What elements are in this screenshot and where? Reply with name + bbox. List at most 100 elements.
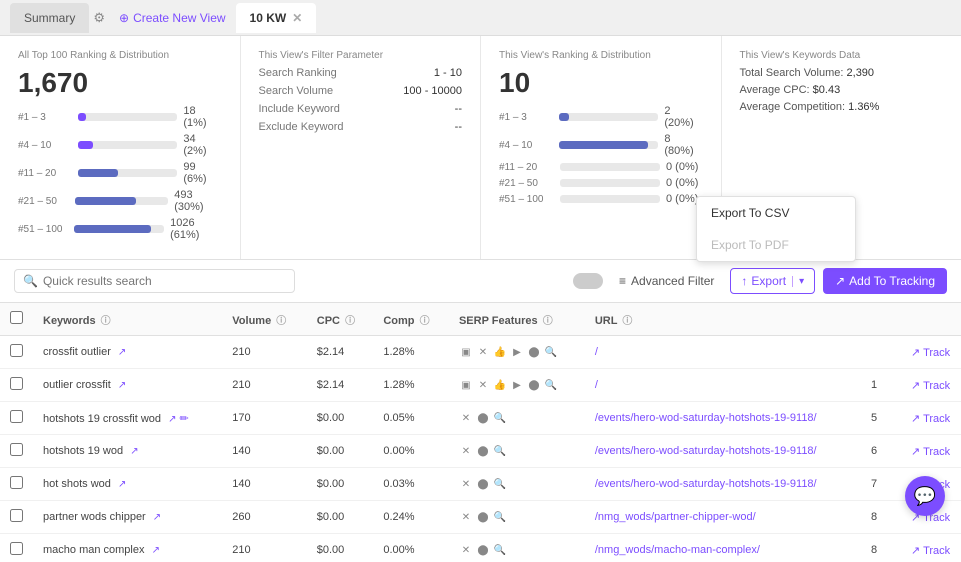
row-checkbox[interactable] [10, 476, 23, 489]
row-checkbox[interactable] [10, 509, 23, 522]
external-link-icon[interactable]: ↗ [168, 414, 176, 425]
keyword-text: hot shots wod [43, 478, 111, 490]
volume-value: 260 [232, 511, 250, 523]
comp-info-icon[interactable]: ⓘ [420, 316, 430, 327]
table-row: hotshots 19 crossfit wod ↗ ✏ 170 $0.00 0… [0, 402, 961, 435]
comp-value: 1.28% [383, 379, 414, 391]
row-checkbox-cell[interactable] [0, 468, 33, 501]
volume-info-icon[interactable]: ⓘ [276, 316, 286, 327]
kw-total-volume: 2,390 [847, 67, 875, 79]
row-checkbox[interactable] [10, 410, 23, 423]
chat-bubble[interactable]: 💬 [905, 476, 945, 516]
external-link-icon[interactable]: ↗ [118, 347, 126, 358]
cpc-value: $0.00 [317, 445, 345, 457]
url-value: /nmg_wods/macho-man-complex/ [595, 544, 760, 556]
row-checkbox-cell[interactable] [0, 336, 33, 369]
external-link-icon[interactable]: ↗ [130, 446, 138, 457]
export-dropdown-arrow[interactable]: ▾ [792, 276, 804, 287]
track-cell[interactable]: ↗ Track [901, 336, 961, 369]
create-new-view-btn[interactable]: ⊕ Create New View [109, 3, 236, 33]
serp-cell: ✕⬤🔍 [449, 534, 585, 562]
serp-info-icon[interactable]: ⓘ [543, 316, 553, 327]
row-checkbox[interactable] [10, 344, 23, 357]
row-checkbox-cell[interactable] [0, 402, 33, 435]
track-button[interactable]: ↗ Track [911, 412, 951, 425]
cpc-value: $2.14 [317, 346, 345, 358]
volume-cell: 210 [222, 534, 306, 562]
track-cell[interactable]: ↗ Track [901, 402, 961, 435]
select-all-checkbox[interactable] [10, 311, 23, 324]
row-checkbox-cell[interactable] [0, 369, 33, 402]
track-button[interactable]: ↗ Track [911, 346, 951, 359]
view-label-51-100: #51 – 100 [499, 194, 554, 205]
url-cell: /nmg_wods/macho-man-complex/ [585, 534, 861, 562]
track-button[interactable]: ↗ Track [911, 544, 951, 557]
filter-val-volume: 100 - 10000 [403, 85, 462, 97]
external-link-icon[interactable]: ↗ [118, 479, 126, 490]
add-tracking-button[interactable]: ↗ Add To Tracking [823, 268, 947, 294]
row-checkbox[interactable] [10, 443, 23, 456]
view-label-11-20: #11 – 20 [499, 162, 554, 173]
comp-cell: 0.00% [373, 435, 449, 468]
add-tracking-label: Add To Tracking [849, 274, 935, 288]
comp-cell: 0.05% [373, 402, 449, 435]
filter-val-include: -- [455, 103, 462, 115]
volume-value: 140 [232, 478, 250, 490]
serp-icon: ✕ [459, 477, 473, 491]
track-cell[interactable]: ↗ Track [901, 369, 961, 402]
rank-cell: 1 [861, 369, 901, 402]
cpc-value: $0.00 [317, 478, 345, 490]
keyword-cell: macho man complex ↗ [33, 534, 222, 562]
filter-row-volume: Search Volume 100 - 10000 [259, 85, 463, 97]
toggle-switch[interactable] [573, 273, 603, 289]
cpc-info-icon[interactable]: ⓘ [345, 316, 355, 327]
gear-icon[interactable]: ⚙ [93, 10, 105, 26]
export-button[interactable]: ↑ Export ▾ [730, 268, 815, 294]
track-button[interactable]: ↗ Track [911, 379, 951, 392]
keyword-text: outlier crossfit [43, 379, 111, 391]
external-link-icon[interactable]: ↗ [152, 545, 160, 556]
advanced-filter-btn[interactable]: ≡ Advanced Filter [611, 270, 722, 292]
row-checkbox-cell[interactable] [0, 501, 33, 534]
serp-icon: ⬤ [476, 477, 490, 491]
chat-icon: 💬 [914, 486, 936, 507]
url-cell: / [585, 336, 861, 369]
tab-summary[interactable]: Summary [10, 3, 89, 33]
serp-header-label: SERP Features [459, 315, 538, 327]
tracking-icon: ↗ [835, 274, 845, 288]
tab-10kw[interactable]: 10 KW ✕ [236, 3, 317, 33]
view-val-1-3: 2 (20%) [664, 105, 702, 129]
keywords-header-label: Keywords [43, 315, 96, 327]
search-input[interactable] [43, 274, 286, 288]
tab-close-icon[interactable]: ✕ [292, 11, 302, 25]
keywords-info-icon[interactable]: ⓘ [101, 316, 111, 327]
filter-lines-icon: ≡ [619, 274, 626, 288]
url-cell: /nmg_wods/partner-chipper-wod/ [585, 501, 861, 534]
keywords-table-container[interactable]: Keywords ⓘ Volume ⓘ CPC ⓘ Comp ⓘ SERP Fe… [0, 303, 961, 562]
track-cell[interactable]: ↗ Track [901, 435, 961, 468]
bar-4-10 [78, 141, 177, 149]
cpc-value: $2.14 [317, 379, 345, 391]
view-bar-4-10 [559, 141, 658, 149]
comp-value: 0.03% [383, 478, 414, 490]
export-csv-item[interactable]: Export To CSV [697, 197, 855, 229]
stat-row-51-100: #51 – 100 1026 (61%) [18, 217, 222, 241]
search-box[interactable]: 🔍 [14, 269, 295, 293]
row-checkbox-cell[interactable] [0, 534, 33, 562]
track-button[interactable]: ↗ Track [911, 445, 951, 458]
row-checkbox-cell[interactable] [0, 435, 33, 468]
edit-icon[interactable]: ✏ [180, 413, 189, 425]
view-ranking-total: 10 [499, 67, 703, 99]
row-checkbox[interactable] [10, 377, 23, 390]
filter-panel-title: This View's Filter Parameter [259, 50, 463, 61]
track-cell[interactable]: ↗ Track [901, 534, 961, 562]
serp-icons: ✕⬤🔍 [459, 543, 575, 557]
url-info-icon[interactable]: ⓘ [622, 316, 632, 327]
table-row: partner wods chipper ↗ 260 $0.00 0.24% ✕… [0, 501, 961, 534]
cpc-cell: $0.00 [307, 435, 374, 468]
external-link-icon[interactable]: ↗ [153, 512, 161, 523]
external-link-icon[interactable]: ↗ [118, 380, 126, 391]
row-checkbox[interactable] [10, 542, 23, 555]
rank-cell [861, 336, 901, 369]
th-keywords: Keywords ⓘ [33, 303, 222, 336]
